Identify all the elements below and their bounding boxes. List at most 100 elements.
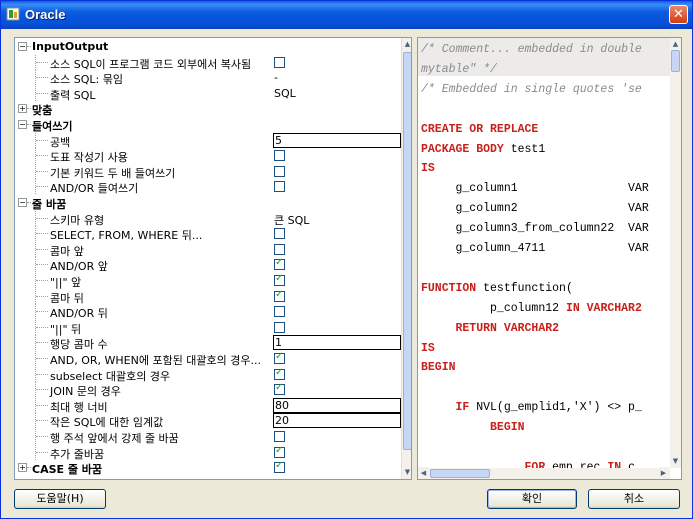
option-label: 스키마 유형 — [50, 213, 105, 227]
option-input[interactable]: 80 — [273, 397, 401, 413]
scroll-right-icon[interactable]: ▶ — [658, 467, 669, 479]
scroll-left-icon[interactable]: ◀ — [418, 467, 429, 479]
option-checkbox[interactable] — [274, 306, 285, 318]
tree-connector — [36, 404, 48, 406]
tree-connector — [36, 358, 48, 359]
option-value[interactable]: SQL — [274, 87, 296, 100]
tree-option[interactable]: 소스 SQL: 묶임 - — [15, 70, 401, 86]
option-label: subselect 대괄호의 경우 — [50, 369, 171, 383]
collapse-icon[interactable]: − — [18, 120, 27, 129]
tree-option[interactable]: 소스 SQL이 프로그램 코드 외부에서 복사됨 — [15, 54, 401, 71]
option-input[interactable]: 20 — [273, 413, 401, 429]
option-checkbox[interactable] — [274, 273, 285, 286]
tree-option[interactable]: 기본 키워드 두 배 들여쓰기 — [15, 163, 401, 180]
tree-group[interactable]: + 맞춤 — [15, 101, 401, 117]
tree-option[interactable]: 행 주석 앞에서 강제 줄 바꿈 — [15, 429, 401, 445]
sql-text: testfunction( — [483, 281, 573, 295]
scroll-down-icon[interactable]: ▼ — [402, 466, 411, 479]
ok-button[interactable]: 확인 — [487, 489, 577, 509]
expand-icon[interactable]: + — [18, 104, 27, 114]
option-checkbox[interactable] — [274, 431, 285, 442]
code-hscrollbar[interactable]: ◀ ▶ — [418, 467, 670, 479]
option-checkbox[interactable] — [274, 289, 285, 302]
expand-icon[interactable]: + — [18, 478, 27, 479]
option-label: AND/OR 앞 — [50, 260, 108, 274]
scroll-up-icon[interactable]: ▲ — [402, 38, 411, 51]
tree-option[interactable]: SELECT, FROM, WHERE 뒤... — [15, 226, 401, 242]
scroll-thumb[interactable] — [671, 50, 680, 72]
option-label: AND, OR, WHEN에 포함된 대괄호의 경우... — [50, 354, 262, 367]
tree-option[interactable]: AND/OR 뒤 — [15, 304, 401, 320]
tree-connector — [27, 46, 31, 47]
tree-option[interactable]: 작은 SQL에 대한 임계값 20 — [15, 413, 401, 429]
tree-group[interactable]: − InputOutput — [15, 39, 401, 54]
option-checkbox[interactable] — [274, 228, 285, 240]
option-value[interactable]: - — [274, 71, 278, 84]
tree-group[interactable]: − 들여쓰기 — [15, 117, 401, 133]
scroll-down-icon[interactable]: ▼ — [670, 455, 681, 468]
tree-connector — [36, 280, 48, 281]
cancel-button[interactable]: 취소 — [588, 489, 680, 509]
sql-keyword: CREATE OR REPLACE — [421, 122, 539, 136]
tree-option[interactable]: AND/OR 앞 — [15, 257, 401, 274]
scroll-thumb[interactable] — [403, 52, 411, 450]
tree-option[interactable]: "||" 뒤 — [15, 319, 401, 336]
option-checkbox[interactable] — [274, 382, 285, 396]
tree-option[interactable]: AND, OR, WHEN에 포함된 대괄호의 경우... — [15, 351, 401, 367]
tree-option[interactable]: 콤마 앞 — [15, 241, 401, 258]
code-line: IS — [421, 162, 435, 175]
tree-connector — [36, 295, 48, 297]
sql-keyword: IS — [421, 162, 435, 176]
window-title: Oracle — [25, 7, 66, 22]
scroll-thumb[interactable] — [430, 469, 490, 478]
code-line: g_column3_from_column22 VAR — [421, 222, 649, 235]
code-area: /* Comment... embedded in double mytable"… — [418, 38, 670, 468]
close-icon[interactable]: ✕ — [669, 5, 688, 24]
tree-group[interactable]: + 공백 — [15, 476, 401, 479]
code-vscrollbar[interactable]: ▲ ▼ — [670, 38, 681, 468]
tree-option[interactable]: AND/OR 들여쓰기 — [15, 179, 401, 195]
tree-option[interactable]: 스키마 유형 큰 SQL — [15, 210, 401, 228]
tree-option[interactable]: 추가 줄바꿈 — [15, 444, 401, 461]
help-button[interactable]: 도움말(H) — [14, 489, 106, 509]
tree-connector — [36, 139, 48, 141]
code-line: g_column2 VAR — [421, 202, 649, 215]
tree-option[interactable]: 최대 행 너비 80 — [15, 397, 401, 414]
tree-option[interactable]: 행당 콤마 수 1 — [15, 335, 401, 351]
sql-text: test1 — [510, 142, 546, 156]
tree-scrollbar[interactable]: ▲ ▼ — [401, 38, 411, 479]
option-checkbox[interactable] — [274, 150, 285, 162]
option-checkbox[interactable] — [274, 257, 285, 271]
option-input[interactable]: 5 — [273, 132, 401, 148]
option-checkbox[interactable] — [274, 56, 285, 68]
tree-option[interactable]: JOIN 문의 경우 — [15, 382, 401, 398]
tree-connector — [36, 326, 48, 328]
tree-option[interactable]: 공백 5 — [15, 132, 401, 149]
option-checkbox[interactable] — [274, 321, 285, 333]
tree-option[interactable]: 도표 작성기 사용 — [15, 148, 401, 164]
sql-keyword: IF — [421, 401, 477, 415]
collapse-icon[interactable]: − — [18, 198, 27, 207]
option-checkbox[interactable] — [274, 445, 285, 458]
option-checkbox[interactable] — [274, 243, 285, 255]
option-checkbox[interactable] — [274, 181, 285, 193]
tree-option[interactable]: subselect 대괄호의 경우 — [15, 366, 401, 383]
option-checkbox[interactable] — [274, 460, 285, 474]
tree-connector — [27, 124, 31, 125]
tree-group[interactable]: − 줄 바꿈 — [15, 195, 401, 211]
sql-text: g_column1 VAR — [421, 182, 649, 196]
option-input[interactable]: 1 — [273, 335, 401, 351]
tree-option[interactable]: 출력 SQL SQL — [15, 85, 401, 102]
sql-keyword: PACKAGE BODY — [421, 142, 511, 156]
tree-option[interactable]: "||" 앞 — [15, 273, 401, 289]
option-checkbox[interactable] — [274, 351, 285, 364]
tree-group[interactable]: + CASE 줄 바꿈 — [15, 460, 401, 476]
option-checkbox[interactable] — [274, 367, 285, 380]
expand-icon[interactable]: + — [18, 463, 27, 473]
option-label: InputOutput — [32, 40, 109, 53]
collapse-icon[interactable]: − — [18, 42, 27, 51]
option-checkbox[interactable] — [274, 165, 285, 177]
tree-option[interactable]: 콤마 뒤 — [15, 288, 401, 305]
option-value[interactable]: 큰 SQL — [274, 212, 309, 228]
title-bar[interactable]: Oracle ✕ — [1, 1, 692, 29]
